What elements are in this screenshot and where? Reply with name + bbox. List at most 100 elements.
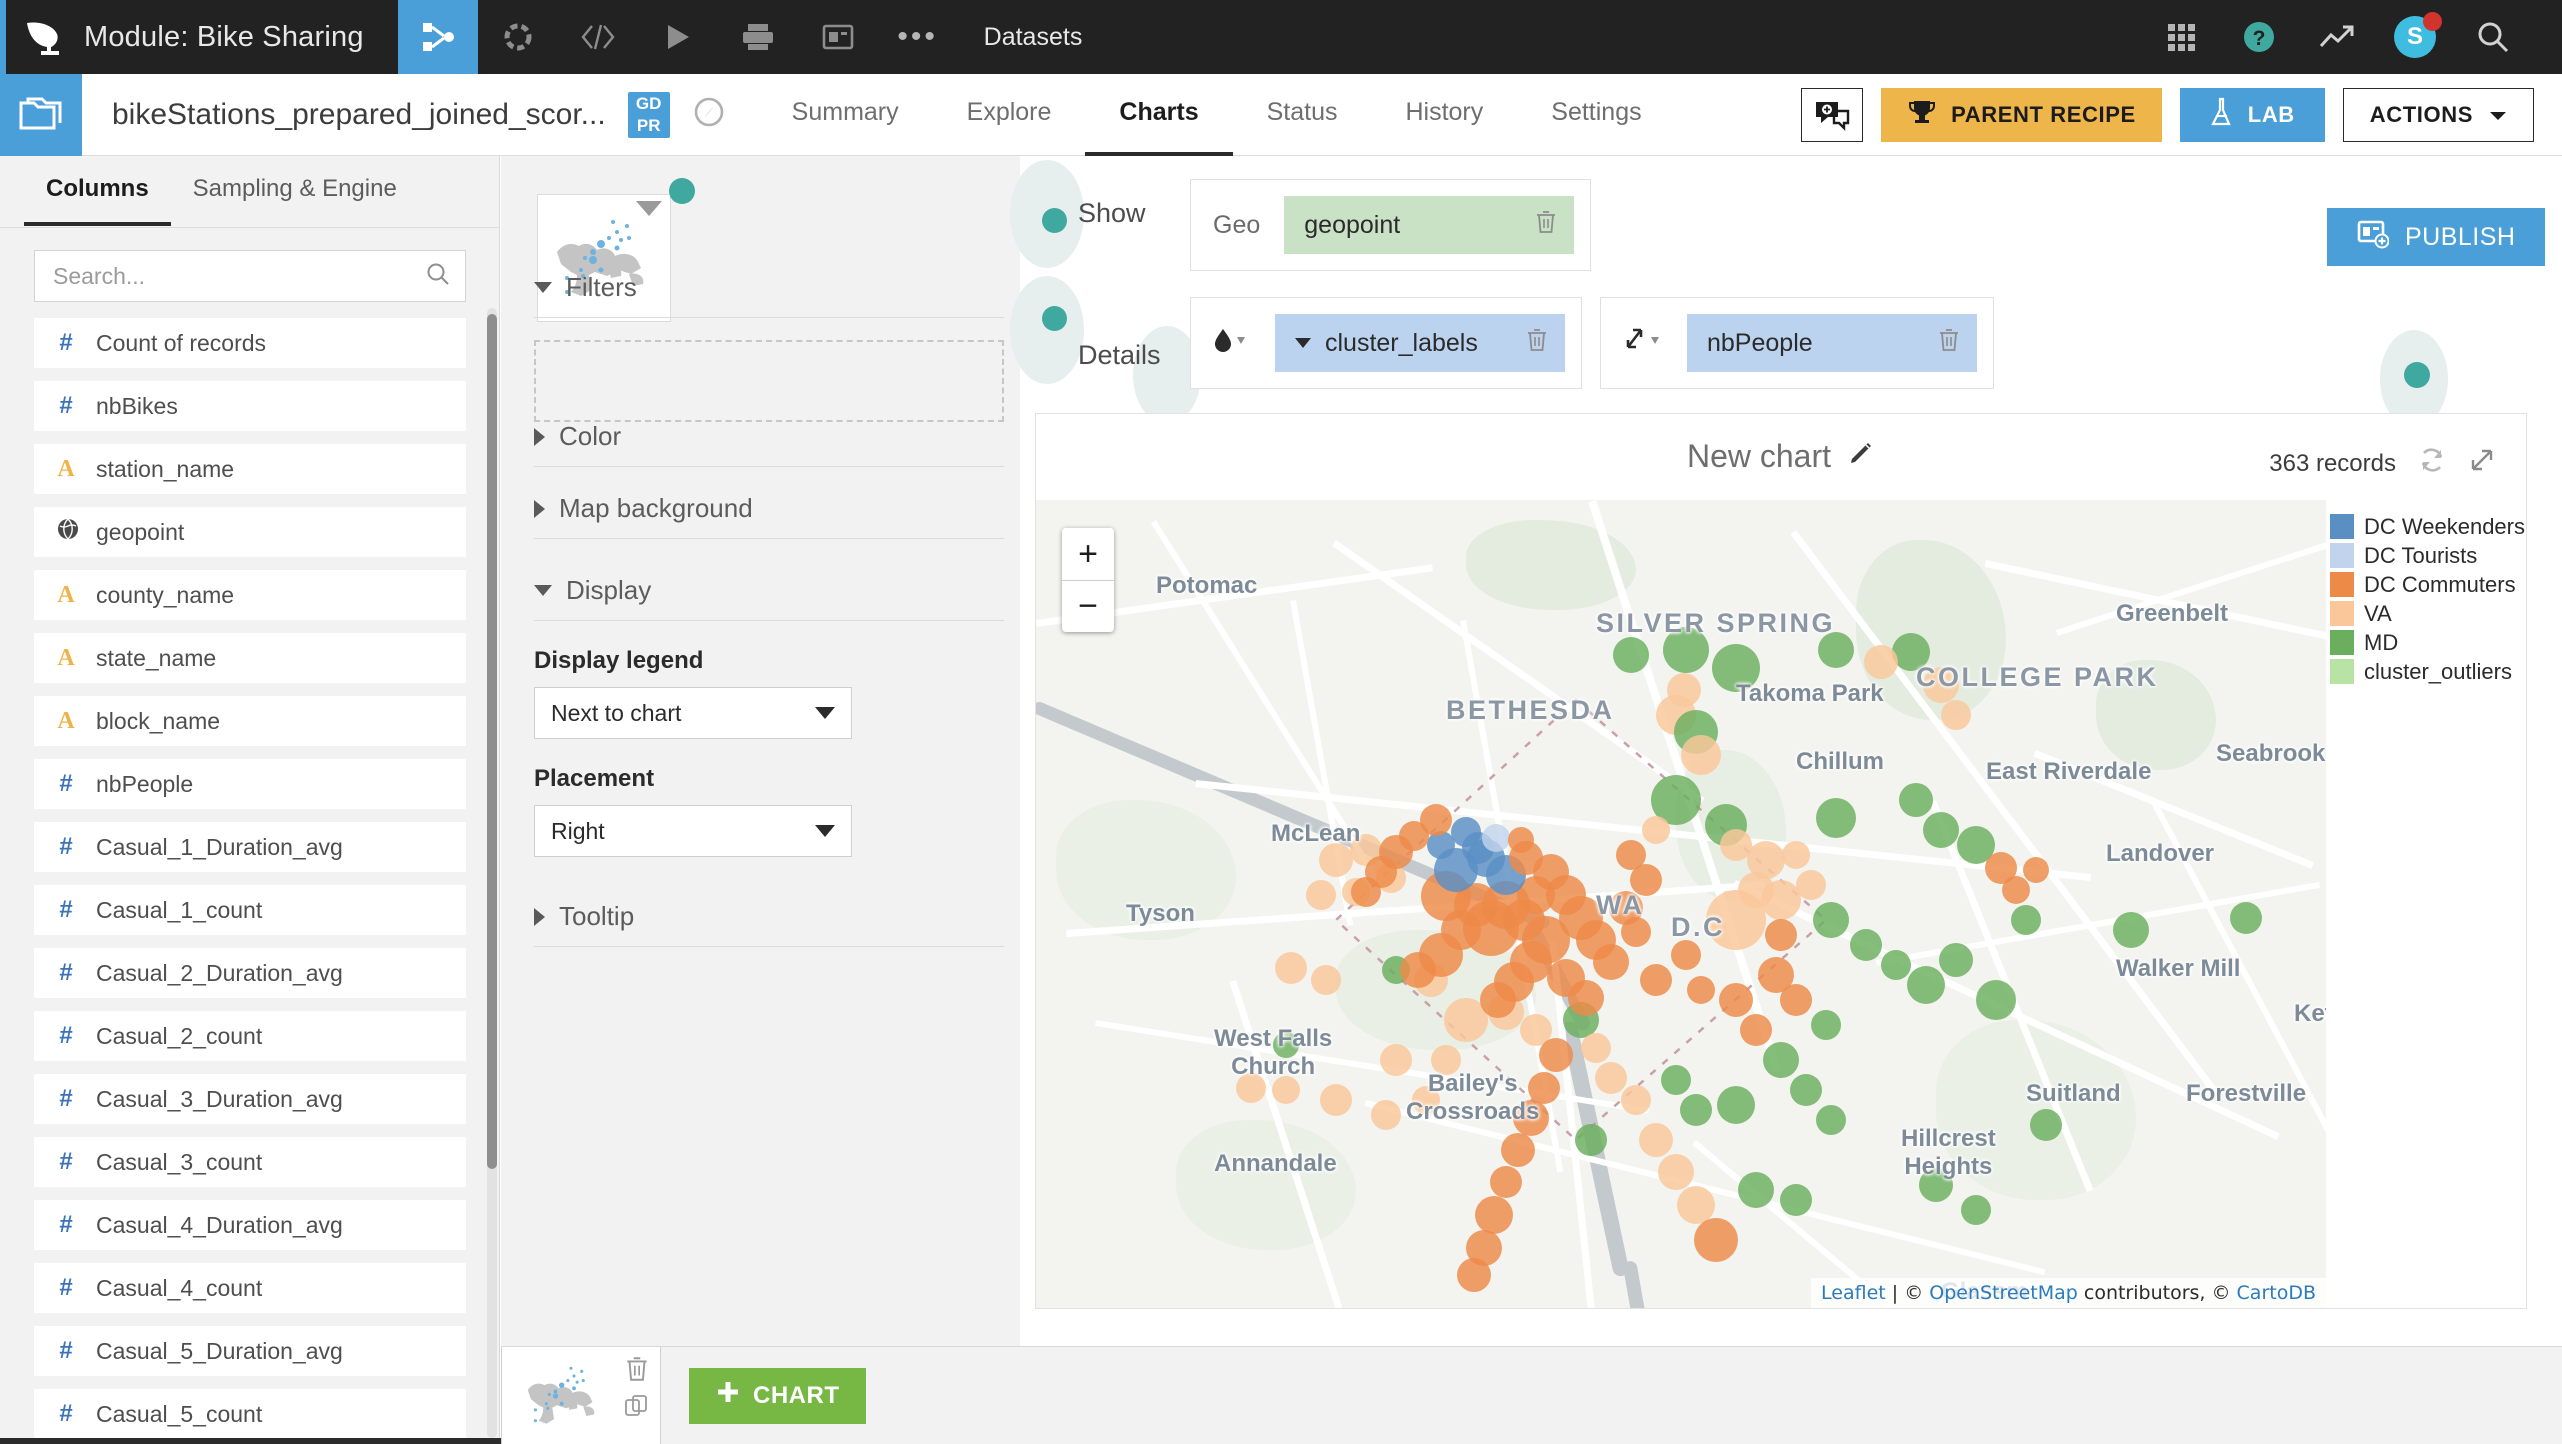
column-item[interactable]: Astate_name (34, 633, 466, 683)
droplet-icon[interactable] (1207, 325, 1261, 362)
map-place-label: SILVER SPRING (1596, 608, 1836, 638)
lab-label: LAB (2247, 101, 2295, 127)
legend-item[interactable]: cluster_outliers (2330, 657, 2526, 686)
column-item[interactable]: geopoint (34, 507, 466, 557)
search-icon[interactable] (2454, 0, 2532, 74)
chart-dropzones: Show Geo geopoint Details cluster_labels (1010, 160, 2270, 398)
column-item[interactable]: # Casual_1_count (34, 885, 466, 935)
trash-icon[interactable] (624, 1355, 650, 1388)
more-menu-icon[interactable]: ••• (878, 20, 958, 54)
run-icon[interactable] (638, 0, 718, 74)
tab-charts[interactable]: Charts (1085, 74, 1233, 156)
actions-button[interactable]: ACTIONS (2342, 87, 2534, 142)
trash-icon[interactable] (1534, 209, 1558, 242)
legend-item[interactable]: MD (2330, 628, 2526, 657)
section-display-header[interactable]: Display (534, 575, 1004, 621)
refresh-icon[interactable] (2418, 446, 2446, 481)
map-canvas[interactable]: Potomac SILVER SPRING Greenbelt BETHESDA Tak… (1036, 500, 2326, 1308)
folder-icon[interactable] (0, 73, 82, 156)
avatar[interactable]: S (2376, 0, 2454, 74)
column-item[interactable]: # Casual_5_count (34, 1389, 466, 1439)
legend-item[interactable]: DC Weekenders (2330, 512, 2526, 541)
column-item[interactable]: # Casual_2_count (34, 1011, 466, 1061)
map-place-label: WA (1596, 890, 1645, 920)
size-field-label: nbPeople (1707, 328, 1813, 357)
expand-icon[interactable] (2468, 446, 2496, 481)
section-map-background-header[interactable]: Map background (534, 493, 1004, 539)
column-item[interactable]: # Count of records (34, 318, 466, 368)
openstreetmap-link[interactable]: OpenStreetMap (1929, 1282, 2078, 1304)
tab-settings[interactable]: Settings (1517, 74, 1675, 156)
section-tooltip-header[interactable]: Tooltip (534, 901, 1004, 947)
size-field-pill[interactable]: nbPeople (1687, 314, 1977, 372)
number-type-icon: # (59, 896, 73, 923)
trash-icon[interactable] (1525, 327, 1549, 360)
tab-explore[interactable]: Explore (933, 74, 1086, 156)
sidebar-tab-sampling-engine[interactable]: Sampling & Engine (171, 156, 419, 226)
display-legend-select[interactable]: Next to chart (534, 687, 852, 739)
compass-icon[interactable] (692, 95, 726, 134)
geo-dropzone[interactable]: Geo geopoint (1190, 179, 1592, 271)
column-item[interactable]: # nbBikes (34, 381, 466, 431)
chart-thumbnail-tab[interactable] (501, 1347, 661, 1444)
sidebar-scrollbar-thumb[interactable] (487, 314, 497, 1169)
tab-summary[interactable]: Summary (758, 74, 933, 156)
add-chart-button[interactable]: CHART (689, 1367, 866, 1424)
copy-icon[interactable] (624, 1394, 650, 1425)
legend-item[interactable]: DC Tourists (2330, 541, 2526, 570)
resize-arrows-icon[interactable] (1617, 325, 1673, 362)
notebook-icon[interactable] (798, 0, 878, 74)
lab-button[interactable]: LAB (2179, 87, 2325, 142)
tab-history[interactable]: History (1371, 74, 1517, 156)
column-item[interactable]: Acounty_name (34, 570, 466, 620)
chart-title-wrapper[interactable]: New chart (1687, 438, 1875, 475)
apps-grid-icon[interactable] (2142, 0, 2220, 74)
geo-field-pill[interactable]: geopoint (1284, 196, 1575, 254)
parent-recipe-button[interactable]: PARENT RECIPE (1881, 87, 2162, 142)
geo-type-icon (56, 517, 78, 548)
column-item[interactable]: # Casual_3_Duration_avg (34, 1074, 466, 1124)
section-color-header[interactable]: Color (534, 421, 1004, 467)
discussion-add-icon[interactable] (1801, 87, 1864, 142)
column-item[interactable]: Ablock_name (34, 696, 466, 746)
search-icon[interactable] (425, 261, 451, 292)
column-item[interactable]: # nbPeople (34, 759, 466, 809)
color-dropzone[interactable]: cluster_labels (1190, 297, 1582, 389)
column-item[interactable]: # Casual_1_Duration_avg (34, 822, 466, 872)
search-box[interactable] (34, 250, 466, 302)
jobs-icon[interactable] (718, 0, 798, 74)
publish-button[interactable]: PUBLISH (2327, 208, 2546, 266)
help-icon[interactable]: ? (2220, 0, 2298, 74)
column-item[interactable]: # Casual_5_Duration_avg (34, 1326, 466, 1376)
column-item[interactable]: # Casual_3_count (34, 1137, 466, 1187)
recipe-wheel-icon[interactable] (478, 0, 558, 74)
search-input[interactable] (53, 262, 425, 290)
leaflet-link[interactable]: Leaflet (1821, 1282, 1886, 1304)
tab-status[interactable]: Status (1233, 74, 1372, 156)
trends-icon[interactable] (2298, 0, 2376, 74)
datasets-link[interactable]: Datasets (958, 23, 1109, 52)
code-icon[interactable] (558, 0, 638, 74)
color-field-pill[interactable]: cluster_labels (1275, 314, 1565, 372)
gdpr-badge[interactable]: GD PR (627, 91, 670, 138)
zoom-out-button[interactable]: − (1062, 580, 1114, 632)
dataiku-bird-logo[interactable] (6, 0, 84, 74)
filters-dropzone[interactable] (534, 340, 1004, 422)
section-filters-header[interactable]: Filters (534, 272, 1004, 318)
column-item[interactable]: # Casual_4_count (34, 1263, 466, 1313)
geo-prefix-label: Geo (1213, 210, 1261, 239)
cartodb-link[interactable]: CartoDB (2237, 1282, 2316, 1304)
size-dropzone[interactable]: nbPeople (1600, 297, 1994, 389)
trash-icon[interactable] (1937, 327, 1961, 360)
column-item[interactable]: Astation_name (34, 444, 466, 494)
sidebar-tab-columns[interactable]: Columns (24, 156, 171, 226)
zoom-in-button[interactable]: + (1062, 528, 1114, 580)
column-item[interactable]: # Casual_4_Duration_avg (34, 1200, 466, 1250)
flow-icon[interactable] (397, 0, 478, 74)
legend-item[interactable]: DC Commuters (2330, 570, 2526, 599)
chevron-down-icon[interactable] (636, 201, 662, 216)
pencil-icon[interactable] (1847, 438, 1875, 475)
column-item[interactable]: # Casual_2_Duration_avg (34, 948, 466, 998)
legend-item[interactable]: VA (2330, 599, 2526, 628)
placement-select[interactable]: Right (534, 805, 852, 857)
